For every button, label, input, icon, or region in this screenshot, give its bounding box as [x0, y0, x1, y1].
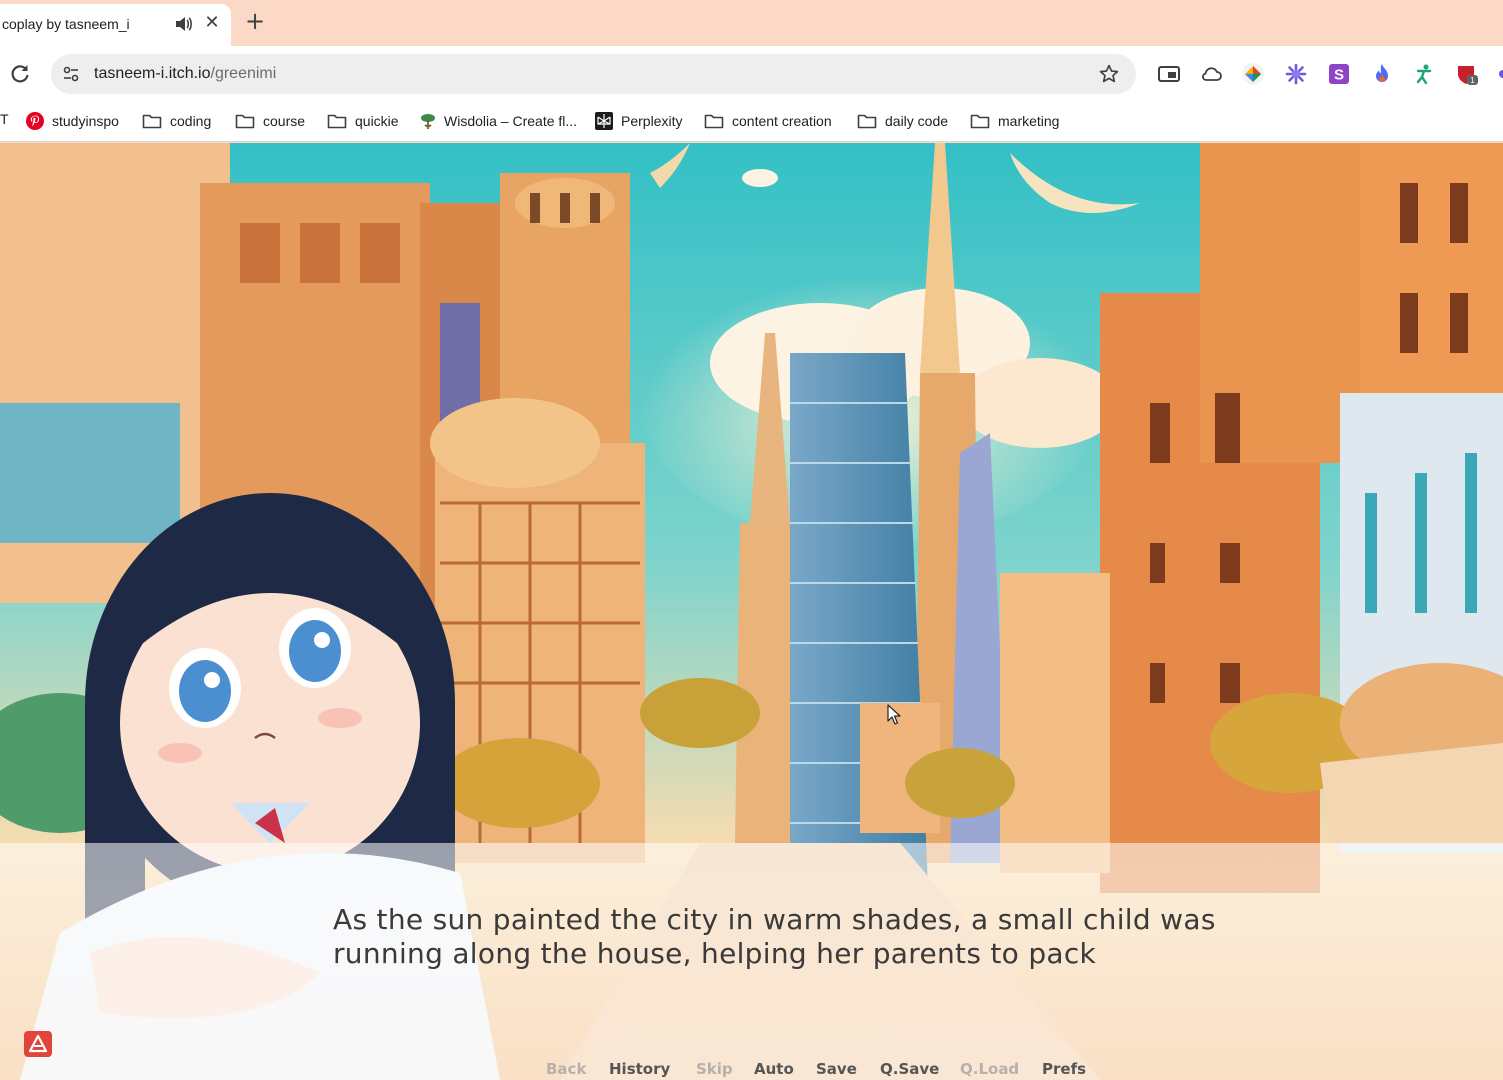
wisdolia-icon	[421, 114, 435, 129]
url-text[interactable]: tasneem-i.itch.io/greenimi	[94, 65, 276, 83]
color-diamond-extension-icon[interactable]	[1241, 62, 1265, 86]
bookmark-studyinspo[interactable]: studyinspo	[26, 110, 119, 132]
new-tab-button[interactable]: +	[243, 9, 267, 33]
cloud-icon[interactable]	[1199, 62, 1223, 86]
bookmark-course[interactable]: course	[235, 110, 305, 132]
quick-menu-prefs[interactable]: Prefs	[1042, 1060, 1086, 1078]
bookmark-label: quickie	[355, 113, 399, 129]
folder-icon	[704, 114, 724, 129]
bookmark-label: daily code	[885, 113, 949, 129]
bookmark-perplexity[interactable]: Perplexity	[595, 110, 682, 132]
shield-extension-icon[interactable]: 1	[1455, 62, 1479, 86]
speaker-icon[interactable]	[173, 14, 193, 34]
bookmarks-bar: T studyinspo coding course quickie Wisdo…	[0, 102, 1503, 142]
folder-icon	[857, 114, 877, 129]
site-info-icon[interactable]	[61, 64, 81, 84]
bookmark-label: coding	[170, 113, 212, 129]
tab-strip: coplay by tasneem_i ✕ +	[0, 0, 1503, 46]
bookmark-label: content creation	[732, 113, 832, 129]
s-extension-icon[interactable]: S	[1327, 62, 1351, 86]
game-viewport[interactable]: As the sun painted the city in warm shad…	[0, 143, 1503, 1080]
close-tab-icon[interactable]: ✕	[202, 13, 222, 33]
quick-menu-history[interactable]: History	[609, 1060, 670, 1078]
bookmark-label: Perplexity	[621, 113, 683, 129]
url-path: /greenimi	[210, 65, 277, 82]
folder-icon	[235, 114, 255, 129]
quick-menu-qload[interactable]: Q.Load	[960, 1060, 1019, 1078]
quick-menu-skip[interactable]: Skip	[696, 1060, 733, 1078]
perplexity-icon	[595, 112, 613, 130]
sparkle-extension-icon[interactable]	[1284, 62, 1308, 86]
bookmark-cut-label[interactable]: T	[0, 111, 9, 127]
bookmark-star-icon[interactable]	[1098, 63, 1120, 85]
browser-window: coplay by tasneem_i ✕ + tasneem-i.itch.i…	[0, 0, 1503, 1080]
quick-menu: Back History Skip Auto Save Q.Save Q.Loa…	[0, 1060, 1503, 1080]
bookmark-daily-code[interactable]: daily code	[857, 110, 948, 132]
address-bar[interactable]: tasneem-i.itch.io/greenimi	[51, 54, 1136, 94]
mouse-cursor-icon	[887, 704, 901, 725]
reload-icon[interactable]	[8, 62, 32, 86]
extension-badge-count: 1	[1470, 76, 1475, 85]
url-domain: tasneem-i.itch.io	[94, 65, 211, 82]
tab-title: coplay by tasneem_i	[2, 16, 130, 32]
active-tab[interactable]: coplay by tasneem_i ✕	[0, 4, 231, 46]
warning-badge-icon[interactable]	[24, 1031, 52, 1057]
bookmark-coding[interactable]: coding	[142, 110, 211, 132]
folder-icon	[327, 114, 347, 129]
bookmark-wisdolia[interactable]: Wisdolia – Create fl...	[420, 110, 577, 132]
quick-menu-back[interactable]: Back	[546, 1060, 586, 1078]
quick-menu-auto[interactable]: Auto	[754, 1060, 794, 1078]
bookmark-content-creation[interactable]: content creation	[704, 110, 832, 132]
pinterest-icon	[26, 112, 44, 130]
bookmark-label: marketing	[998, 113, 1060, 129]
bookmark-label: Wisdolia – Create fl...	[444, 113, 578, 129]
dialogue-text: As the sun painted the city in warm shad…	[333, 903, 1216, 970]
extensions-overflow-icon[interactable]	[1495, 62, 1503, 86]
picture-in-picture-icon[interactable]	[1157, 62, 1181, 86]
flame-extension-icon[interactable]	[1370, 62, 1394, 86]
toolbar: tasneem-i.itch.io/greenimi S 1	[0, 46, 1503, 102]
quick-menu-save[interactable]: Save	[816, 1060, 857, 1078]
bookmark-marketing[interactable]: marketing	[970, 110, 1059, 132]
bookmark-quickie[interactable]: quickie	[327, 110, 399, 132]
bookmark-label: studyinspo	[52, 113, 119, 129]
folder-icon	[970, 114, 990, 129]
bookmark-label: course	[263, 113, 306, 129]
quick-menu-qsave[interactable]: Q.Save	[880, 1060, 939, 1078]
svg-text:S: S	[1334, 67, 1344, 84]
folder-icon	[142, 114, 162, 129]
figure-extension-icon[interactable]	[1412, 62, 1436, 86]
